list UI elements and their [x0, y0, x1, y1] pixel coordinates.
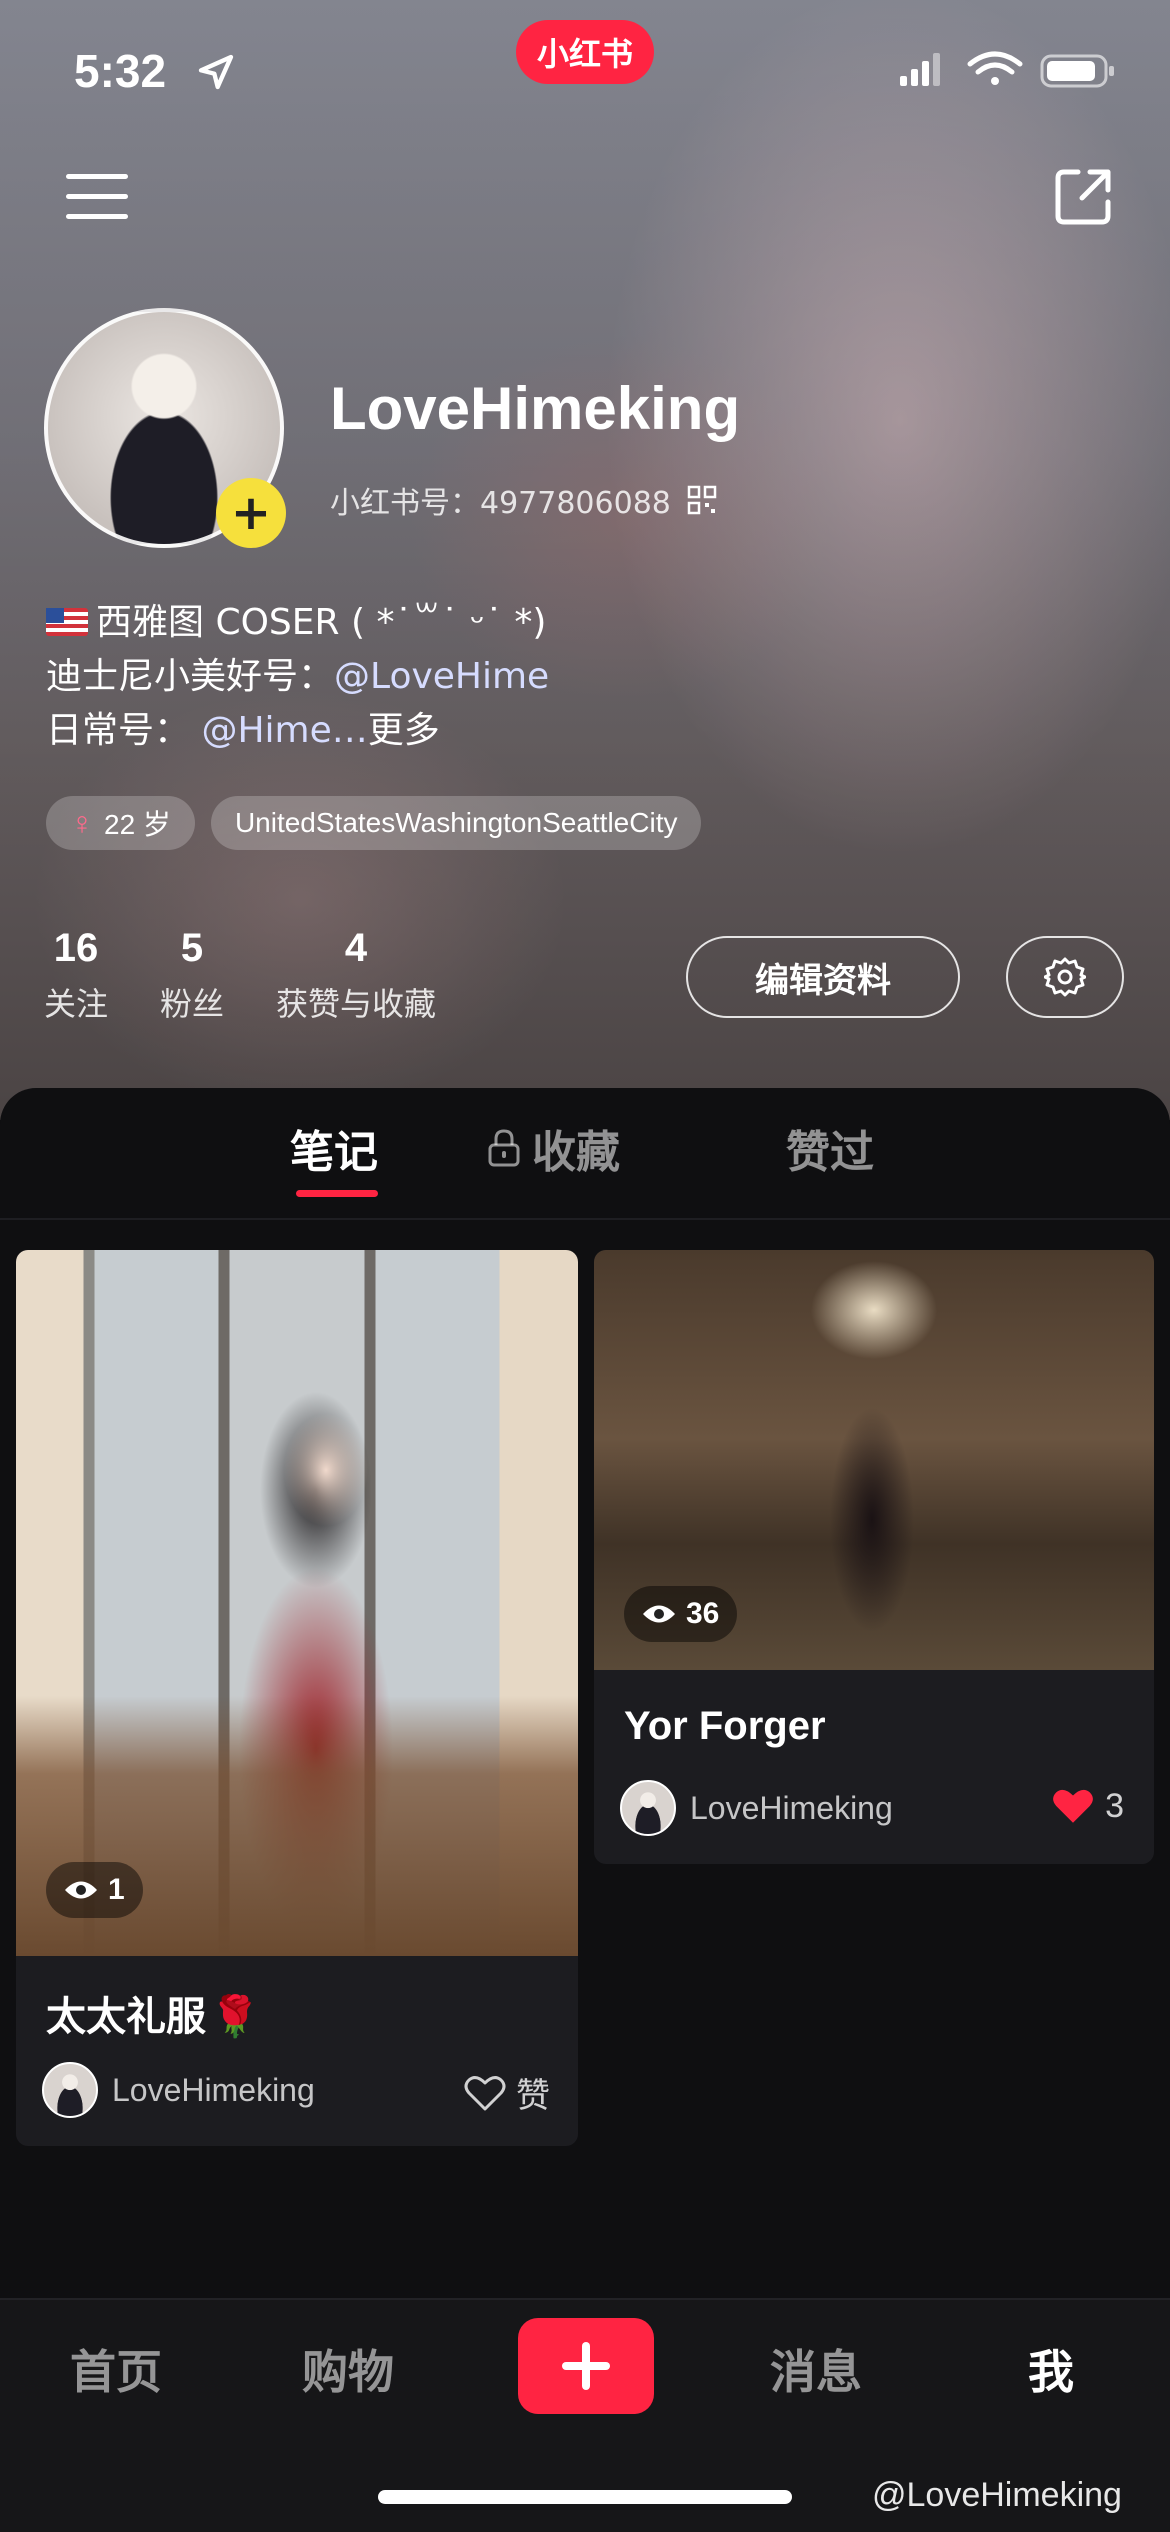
view-count-value: 36	[686, 1597, 720, 1630]
author-name: LoveHimeking	[690, 1789, 893, 1826]
red-id-value: 4977806088	[480, 486, 671, 521]
nav-shop[interactable]: 购物	[302, 2336, 394, 2402]
us-flag-icon	[46, 608, 88, 636]
qr-code-icon[interactable]	[687, 485, 717, 515]
like-button[interactable]: 3	[1051, 1786, 1124, 1826]
red-id-label: 小红书号：	[330, 486, 480, 521]
red-id: 小红书号：4977806088	[330, 478, 717, 522]
author-avatar	[42, 2062, 98, 2118]
note-title-text: 太太礼服	[46, 1994, 206, 2040]
username: LoveHimeking	[330, 375, 741, 442]
author-name: LoveHimeking	[112, 2071, 315, 2108]
like-button[interactable]: 赞	[464, 2068, 550, 2117]
profile-tags: ♀ 22 岁 UnitedStatesWashingtonSeattleCity	[46, 796, 702, 850]
bio-line-3-label: 日常号：	[46, 710, 191, 751]
age-text: 22 岁	[104, 809, 171, 840]
signal-icon	[900, 53, 940, 86]
tab-collections-label: 收藏	[532, 1127, 620, 1178]
stat-value: 16	[53, 926, 99, 970]
location-tag: UnitedStatesWashingtonSeattleCity	[210, 796, 702, 850]
active-tab-indicator	[296, 1190, 378, 1197]
share-icon[interactable]	[1052, 166, 1114, 228]
eye-icon	[643, 1605, 675, 1623]
bio-line-2-label: 迪士尼小美好号：	[46, 656, 335, 697]
bio-mention-daily[interactable]: @Hime…	[201, 710, 367, 751]
tab-collections[interactable]: 收藏	[486, 1116, 620, 1180]
location-arrow-icon	[198, 54, 234, 90]
plus-icon	[562, 2342, 610, 2390]
stat-likes-collections[interactable]: 4 获赞与收藏	[276, 926, 436, 1025]
stat-label: 关注	[44, 985, 109, 1023]
view-count-value: 1	[108, 1873, 125, 1906]
nav-messages[interactable]: 消息	[770, 2336, 862, 2402]
tab-notes[interactable]: 笔记	[290, 1116, 378, 1180]
note-title: Yor Forger	[624, 1704, 826, 1748]
create-post-button[interactable]	[518, 2318, 654, 2414]
stat-label: 粉丝	[160, 985, 225, 1023]
wifi-icon	[967, 51, 1023, 85]
settings-button[interactable]	[1006, 936, 1124, 1018]
view-count: 1	[46, 1862, 143, 1918]
note-title: 太太礼服 🌹	[46, 1984, 260, 2042]
profile-tabs: 笔记 收藏 赞过	[0, 1116, 1170, 1216]
tab-liked-label: 赞过	[786, 1127, 874, 1178]
heart-outline-icon	[464, 2075, 506, 2110]
app-badge: 小红书	[516, 20, 654, 84]
bio-line-1: 西雅图 COSER ( *˙꒳˙ ᵕ˙ *)	[96, 602, 547, 643]
heart-filled-icon	[1053, 1789, 1093, 1823]
stat-value: 5	[180, 926, 204, 970]
bio: 西雅图 COSER ( *˙꒳˙ ᵕ˙ *) 迪士尼小美好号：@LoveHime…	[46, 596, 549, 758]
menu-icon[interactable]	[66, 172, 128, 222]
eye-icon	[65, 1881, 97, 1899]
note-card[interactable]: 36 Yor Forger LoveHimeking 3	[594, 1250, 1154, 1864]
tab-notes-label: 笔记	[290, 1127, 378, 1178]
watermark: @LoveHimeking	[872, 2476, 1122, 2514]
edit-profile-button[interactable]: 编辑资料	[686, 936, 960, 1018]
note-card[interactable]: 1 太太礼服 🌹 LoveHimeking 赞	[16, 1250, 578, 2146]
home-indicator[interactable]	[378, 2490, 792, 2504]
rose-emoji: 🌹	[210, 1994, 260, 2040]
status-icons	[900, 51, 1114, 88]
tab-liked[interactable]: 赞过	[786, 1116, 874, 1180]
stat-value: 4	[344, 926, 368, 970]
lock-icon	[488, 1129, 520, 1167]
bio-mention-disney[interactable]: @LoveHime	[334, 656, 549, 697]
like-label: 赞	[516, 2076, 550, 2116]
age-tag: ♀ 22 岁	[46, 796, 195, 850]
battery-icon	[1040, 54, 1114, 88]
author-avatar	[620, 1780, 676, 1836]
status-time: 5:32	[74, 45, 167, 97]
profile-stats: 16 关注 5 粉丝 4 获赞与收藏	[44, 926, 436, 1025]
like-count: 3	[1105, 1786, 1124, 1825]
stat-followers[interactable]: 5 粉丝	[160, 926, 224, 1025]
note-cover-image[interactable]	[16, 1250, 578, 1956]
gear-icon	[1044, 957, 1086, 997]
stat-following[interactable]: 16 关注	[44, 926, 108, 1025]
female-icon: ♀	[70, 804, 94, 841]
nav-me[interactable]: 我	[1028, 2336, 1074, 2402]
tab-divider	[0, 1218, 1170, 1220]
nav-home[interactable]: 首页	[70, 2336, 162, 2402]
bio-more-link[interactable]: 更多	[368, 710, 440, 751]
add-avatar-icon[interactable]: +	[216, 478, 286, 548]
note-author[interactable]: LoveHimeking	[620, 1780, 893, 1836]
note-author[interactable]: LoveHimeking	[42, 2062, 315, 2118]
stat-label: 获赞与收藏	[276, 985, 437, 1023]
location-text: UnitedStatesWashingtonSeattleCity	[234, 807, 678, 838]
view-count: 36	[624, 1586, 738, 1642]
